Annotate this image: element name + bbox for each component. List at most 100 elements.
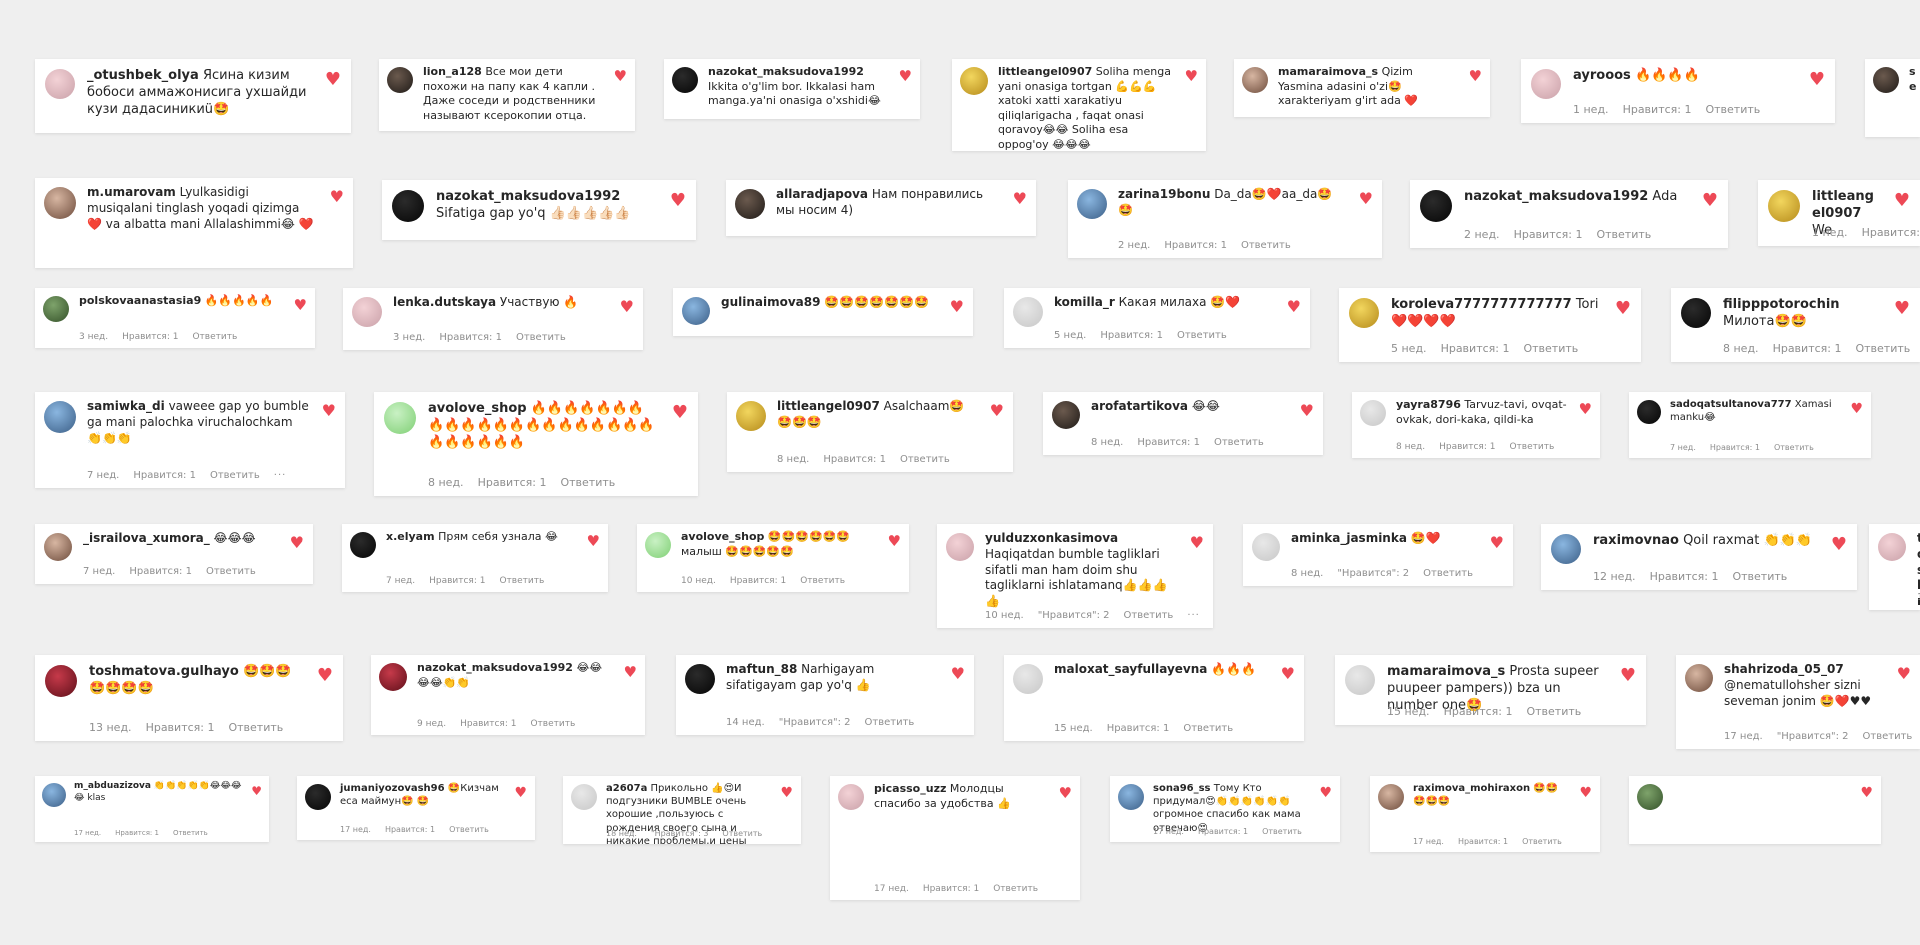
avatar[interactable] [1360, 400, 1386, 426]
reply-link[interactable]: Ответить [1855, 342, 1910, 355]
comment-username[interactable]: _otushbek_olya [87, 68, 199, 83]
reply-link[interactable]: Ответить [1124, 610, 1174, 621]
avatar[interactable] [43, 296, 69, 322]
like-heart-icon[interactable]: ♥ [290, 535, 304, 551]
avatar[interactable] [1551, 534, 1581, 564]
likes-count[interactable]: Нравится: 1 [1137, 437, 1200, 448]
avatar[interactable] [352, 297, 382, 327]
comment-username[interactable]: yayra8796 [1396, 398, 1461, 411]
reply-link[interactable]: Ответить [1423, 568, 1473, 579]
avatar[interactable] [1052, 401, 1080, 429]
reply-link[interactable]: Ответить [1863, 731, 1913, 742]
like-heart-icon[interactable]: ♥ [780, 786, 793, 800]
avatar[interactable] [1013, 297, 1043, 327]
likes-count[interactable]: "Нравится": 3 [651, 829, 708, 838]
comment-username[interactable]: mamaraimova_s [1278, 65, 1378, 78]
avatar[interactable] [838, 784, 864, 810]
likes-count[interactable]: Нравится: 1 [730, 576, 786, 586]
like-heart-icon[interactable]: ♥ [1185, 69, 1198, 84]
like-heart-icon[interactable]: ♥ [1013, 191, 1027, 207]
likes-count[interactable]: Нравится: 1 [1107, 723, 1170, 734]
likes-count[interactable]: Нравится: 1 [1164, 240, 1227, 251]
comment-username[interactable]: nazokat_maksudova1992 [1464, 189, 1648, 204]
like-heart-icon[interactable]: ♥ [514, 786, 527, 800]
reply-link[interactable]: Ответить [1522, 837, 1562, 846]
comment-username[interactable]: m.umarovam [87, 185, 176, 199]
avatar[interactable] [44, 187, 76, 219]
reply-link[interactable]: Ответить [1177, 330, 1227, 341]
comment-username[interactable]: nazokat_maksudova1992 [708, 65, 864, 78]
comment-username[interactable]: gulinaimova89 [721, 295, 820, 309]
comment-username[interactable]: arofatartikova [1091, 399, 1188, 413]
avatar[interactable] [1013, 664, 1043, 694]
reply-link[interactable]: Ответить [1262, 827, 1302, 836]
like-heart-icon[interactable]: ♥ [1059, 786, 1072, 801]
comment-username[interactable]: maloxat_sayfullayevna [1054, 662, 1207, 676]
comment-username[interactable]: maftun_88 [726, 662, 797, 676]
likes-count[interactable]: Нравится: 1 [1458, 837, 1508, 846]
avatar[interactable] [1873, 67, 1899, 93]
comment-username[interactable]: filipppotorochin [1723, 297, 1840, 312]
like-heart-icon[interactable]: ♥ [888, 534, 901, 549]
comment-username[interactable]: koroleva7777777777777 [1391, 297, 1572, 312]
reply-link[interactable]: Ответить [1526, 705, 1581, 718]
reply-link[interactable]: Ответить [1241, 240, 1291, 251]
avatar[interactable] [42, 783, 66, 807]
reply-link[interactable]: Ответить [1774, 443, 1814, 452]
like-heart-icon[interactable]: ♥ [1850, 402, 1863, 416]
avatar[interactable] [1420, 190, 1452, 222]
avatar[interactable] [1242, 67, 1268, 93]
avatar[interactable] [672, 67, 698, 93]
like-heart-icon[interactable]: ♥ [990, 403, 1004, 419]
avatar[interactable] [735, 189, 765, 219]
likes-count[interactable]: "Нравится": 2 [779, 717, 851, 728]
likes-count[interactable]: Нравится: 1 [1444, 705, 1513, 718]
comment-username[interactable]: zarina19bonu [1118, 187, 1210, 201]
like-heart-icon[interactable]: ♥ [1281, 666, 1295, 682]
avatar[interactable] [1345, 665, 1375, 695]
more-options-icon[interactable]: ··· [274, 470, 287, 481]
reply-link[interactable]: Ответить [449, 825, 489, 834]
comment-username[interactable]: toshmatova.gulhayo [89, 664, 239, 679]
reply-link[interactable]: Ответить [192, 332, 237, 342]
likes-count[interactable]: Нравится: 1 [133, 470, 196, 481]
likes-count[interactable]: Нравится: 1 [1514, 228, 1583, 241]
reply-link[interactable]: Ответить [722, 829, 762, 838]
comment-username[interactable]: samiwka_di [87, 399, 165, 413]
avatar[interactable] [305, 784, 331, 810]
like-heart-icon[interactable]: ♥ [587, 534, 600, 549]
reply-link[interactable]: Ответить [228, 721, 283, 734]
avatar[interactable] [1768, 190, 1800, 222]
like-heart-icon[interactable]: ♥ [1897, 666, 1911, 682]
comment-username[interactable]: littleangel0907 [777, 399, 880, 413]
comment-username[interactable]: nazokat_maksudova1992 [436, 189, 620, 204]
reply-link[interactable]: Ответить [1523, 342, 1578, 355]
reply-link[interactable]: Ответить [1732, 570, 1787, 583]
comment-username[interactable]: littleangel0907 [998, 65, 1092, 78]
like-heart-icon[interactable]: ♥ [1190, 535, 1204, 551]
reply-link[interactable]: Ответить [210, 470, 260, 481]
comment-username[interactable]: raximovnao [1593, 533, 1679, 548]
comment-username[interactable]: aminka_jasminka [1291, 531, 1407, 545]
likes-count[interactable]: Нравится: 1 [1773, 342, 1842, 355]
like-heart-icon[interactable]: ♥ [1615, 300, 1631, 318]
avatar[interactable] [1349, 298, 1379, 328]
comment-username[interactable]: shahrizoda_05_07 [1724, 662, 1844, 676]
comment-username[interactable]: lenka.dutskaya [393, 295, 496, 309]
reply-link[interactable]: Ответить [993, 884, 1038, 894]
comment-username[interactable]: raximova_mohiraxon [1413, 783, 1530, 794]
avatar[interactable] [1118, 784, 1144, 810]
like-heart-icon[interactable]: ♥ [1300, 403, 1314, 419]
reply-link[interactable]: Ответить [516, 332, 566, 343]
comment-username[interactable]: ayrooos [1573, 68, 1631, 83]
avatar[interactable] [1685, 664, 1713, 692]
reply-link[interactable]: Ответить [1596, 228, 1651, 241]
likes-count[interactable]: Нравится: 1 [129, 566, 192, 577]
avatar[interactable] [1252, 533, 1280, 561]
reply-link[interactable]: Ответить [206, 566, 256, 577]
reply-link[interactable]: Ответить [1183, 723, 1233, 734]
avatar[interactable] [1077, 189, 1107, 219]
comment-username[interactable]: _israilova_xumora_ [83, 531, 210, 545]
comment-username[interactable]: x.elyam [386, 530, 435, 543]
likes-count[interactable]: Нравится: 1 [385, 825, 435, 834]
